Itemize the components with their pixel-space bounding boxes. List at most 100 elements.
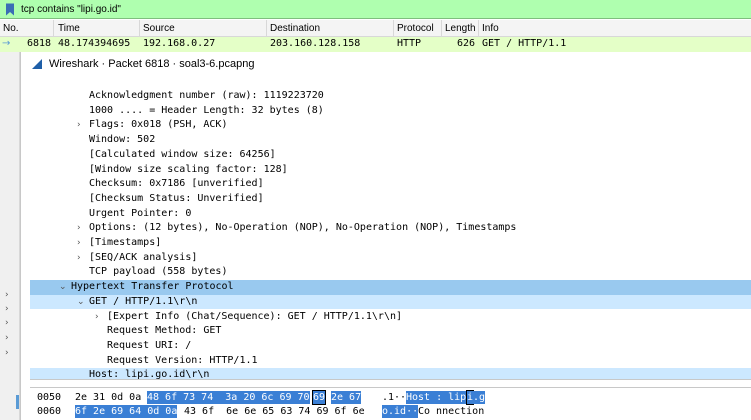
- hex-row[interactable]: 0060 6f 2e 69 64 0d 0a 43 6f 6e 6e 65 63…: [30, 405, 751, 418]
- wireshark-fin-icon: [31, 58, 43, 70]
- tree-row[interactable]: › [Timestamps]: [30, 236, 751, 251]
- hex-offset: 0060: [37, 406, 62, 417]
- tree-row-label: [Checksum Status: Unverified]: [89, 192, 264, 204]
- filter-input[interactable]: tcp contains "lipi.go.id": [21, 4, 121, 15]
- column-divider[interactable]: [266, 20, 267, 37]
- ascii-bytes-selected: Host : lip: [406, 391, 467, 404]
- chevron-right-icon[interactable]: ›: [77, 118, 81, 133]
- packet-row[interactable]: → 6818 48.174394695 192.168.0.27 203.160…: [0, 37, 751, 52]
- tree-row[interactable]: TCP payload (558 bytes): [30, 265, 751, 280]
- packet-dialog: Wireshark · Packet 6818 · soal3-6.pcapng…: [20, 52, 751, 420]
- tree-row[interactable]: Request Version: HTTP/1.1: [30, 354, 751, 369]
- tree-row-label: 1000 .... = Header Length: 32 bytes (8): [89, 104, 324, 116]
- packet-time: 48.174394695: [58, 38, 131, 49]
- tree-row[interactable]: Urgent Pointer: 0: [30, 207, 751, 222]
- chevron-right-icon[interactable]: ›: [77, 236, 81, 251]
- col-no[interactable]: No.: [3, 23, 19, 34]
- tree-row[interactable]: [Checksum Status: Unverified]: [30, 192, 751, 207]
- packet-details-tree: Acknowledgment number (raw): 1119223720 1…: [30, 89, 751, 379]
- chevron-right-icon[interactable]: ›: [95, 310, 99, 325]
- tree-row[interactable]: [Window size scaling factor: 128]: [30, 163, 751, 178]
- tree-row-label: Request Method: GET: [107, 325, 222, 337]
- tree-row-label: GET / HTTP/1.1\r\n: [89, 295, 198, 307]
- ascii-bytes-selected: o.id··: [382, 405, 419, 418]
- hex-bytes: 43 6f 6e 6e 65 63 74 69 6f 6e: [184, 406, 365, 417]
- tree-row-label: Checksum: 0x7186 [unverified]: [89, 178, 264, 190]
- tree-row-label: [Expert Info (Chat/Sequence): GET / HTTP…: [107, 310, 403, 322]
- tree-row[interactable]: Acknowledgment number (raw): 1119223720: [30, 89, 751, 104]
- col-length[interactable]: Length: [445, 23, 476, 34]
- tree-row[interactable]: Checksum: 0x7186 [unverified]: [30, 177, 751, 192]
- tree-row[interactable]: › Options: (12 bytes), No-Operation (NOP)…: [30, 221, 751, 236]
- packet-no: 6818: [27, 38, 52, 49]
- tree-row[interactable]: Window: 502: [30, 133, 751, 148]
- chevron-down-icon[interactable]: ⌄: [59, 280, 67, 295]
- dialog-title: Wireshark · Packet 6818 · soal3-6.pcapng: [49, 58, 255, 70]
- column-divider[interactable]: [139, 20, 140, 37]
- pane-divider[interactable]: [30, 379, 751, 380]
- packet-source: 192.168.0.27: [143, 38, 216, 49]
- tree-row-label: Hypertext Transfer Protocol: [71, 281, 234, 293]
- packet-protocol: HTTP: [397, 38, 422, 49]
- tree-row[interactable]: 1000 .... = Header Length: 32 bytes (8): [30, 104, 751, 119]
- tree-row-label: Flags: 0x018 (PSH, ACK): [89, 119, 228, 131]
- tree-row[interactable]: Request Method: GET: [30, 324, 751, 339]
- chevron-right-icon[interactable]: ›: [5, 318, 9, 328]
- tree-row-label: [Timestamps]: [89, 237, 162, 248]
- tree-row[interactable]: › Flags: 0x018 (PSH, ACK): [30, 118, 751, 133]
- tree-row[interactable]: Request URI: /: [30, 339, 751, 354]
- packet-info: GET / HTTP/1.1: [482, 38, 567, 49]
- display-filter-bar[interactable]: tcp contains "lipi.go.id": [0, 0, 751, 19]
- packet-destination: 203.160.128.158: [270, 38, 361, 49]
- chevron-right-icon[interactable]: ›: [77, 251, 81, 266]
- hex-bytes-selected: 48 6f 73 74 3a 20 6c 69 70: [147, 391, 310, 404]
- tree-row[interactable]: ⌄ Hypertext Transfer Protocol: [30, 280, 751, 295]
- bookmark-filter-icon[interactable]: [3, 2, 17, 17]
- tree-row-label: Request Version: HTTP/1.1: [107, 354, 258, 366]
- tree-row[interactable]: ⌄ GET / HTTP/1.1\r\n: [30, 294, 751, 310]
- column-divider[interactable]: [393, 20, 394, 37]
- col-source[interactable]: Source: [143, 23, 175, 34]
- chevron-right-icon[interactable]: ›: [5, 290, 9, 300]
- hex-bytes-selected: 2e 67: [331, 391, 362, 404]
- tree-row[interactable]: › [SEQ/ACK analysis]: [30, 251, 751, 266]
- dialog-titlebar[interactable]: Wireshark · Packet 6818 · soal3-6.pcapng: [21, 52, 751, 76]
- tree-row-label: Host: lipi.go.id\r\n: [89, 369, 210, 379]
- tree-row[interactable]: [Calculated window size: 64256]: [30, 148, 751, 163]
- packet-list-header: No. Time Source Destination Protocol Len…: [0, 20, 751, 37]
- col-time[interactable]: Time: [58, 23, 80, 34]
- tree-row-label: [Calculated window size: 64256]: [89, 148, 276, 160]
- related-packet-arrow-icon: →: [2, 38, 11, 49]
- tree-row-label: Options: (12 bytes), No-Operation (NOP),…: [89, 222, 517, 234]
- main-window-tree-strip: › › › › ›: [0, 52, 20, 420]
- column-divider[interactable]: [478, 20, 479, 37]
- column-divider[interactable]: [441, 20, 442, 37]
- tree-row-label: TCP payload (558 bytes): [89, 266, 228, 278]
- ascii-bytes-selected: .g: [473, 391, 486, 404]
- chevron-right-icon[interactable]: ›: [77, 221, 81, 236]
- tree-row-label: [SEQ/ACK analysis]: [89, 251, 198, 263]
- tree-row-label: Acknowledgment number (raw): 1119223720: [89, 90, 324, 101]
- packet-length: 626: [457, 38, 476, 49]
- hex-byte-cursor: 69: [311, 390, 327, 405]
- hex-offset: 0050: [37, 392, 62, 403]
- col-protocol[interactable]: Protocol: [397, 23, 434, 34]
- tree-row-label: Window: 502: [89, 134, 156, 146]
- chevron-right-icon[interactable]: ›: [5, 304, 9, 314]
- chevron-right-icon[interactable]: ›: [5, 333, 9, 343]
- hex-bytes-selected: 6f 2e 69 64 0d 0a: [75, 405, 178, 418]
- tree-row[interactable]: Host: lipi.go.id\r\n: [30, 368, 751, 379]
- chevron-right-icon[interactable]: ›: [5, 348, 9, 358]
- selection-marker: [16, 395, 19, 409]
- hex-row[interactable]: 0050 2e 31 0d 0a 48 6f 73 74 3a 20 6c 69…: [30, 390, 751, 405]
- tree-row-label: Request URI: /: [107, 339, 192, 351]
- chevron-down-icon[interactable]: ⌄: [77, 295, 85, 310]
- ascii-bytes: Co nnection: [418, 406, 485, 417]
- packet-bytes-pane: 0050 2e 31 0d 0a 48 6f 73 74 3a 20 6c 69…: [30, 387, 751, 420]
- tree-row[interactable]: › [Expert Info (Chat/Sequence): GET / HTT…: [30, 310, 751, 325]
- tree-row-label: Urgent Pointer: 0: [89, 207, 192, 219]
- tree-row-label: [Window size scaling factor: 128]: [89, 163, 288, 175]
- col-info[interactable]: Info: [482, 23, 499, 34]
- column-divider[interactable]: [53, 20, 54, 37]
- col-destination[interactable]: Destination: [270, 23, 320, 34]
